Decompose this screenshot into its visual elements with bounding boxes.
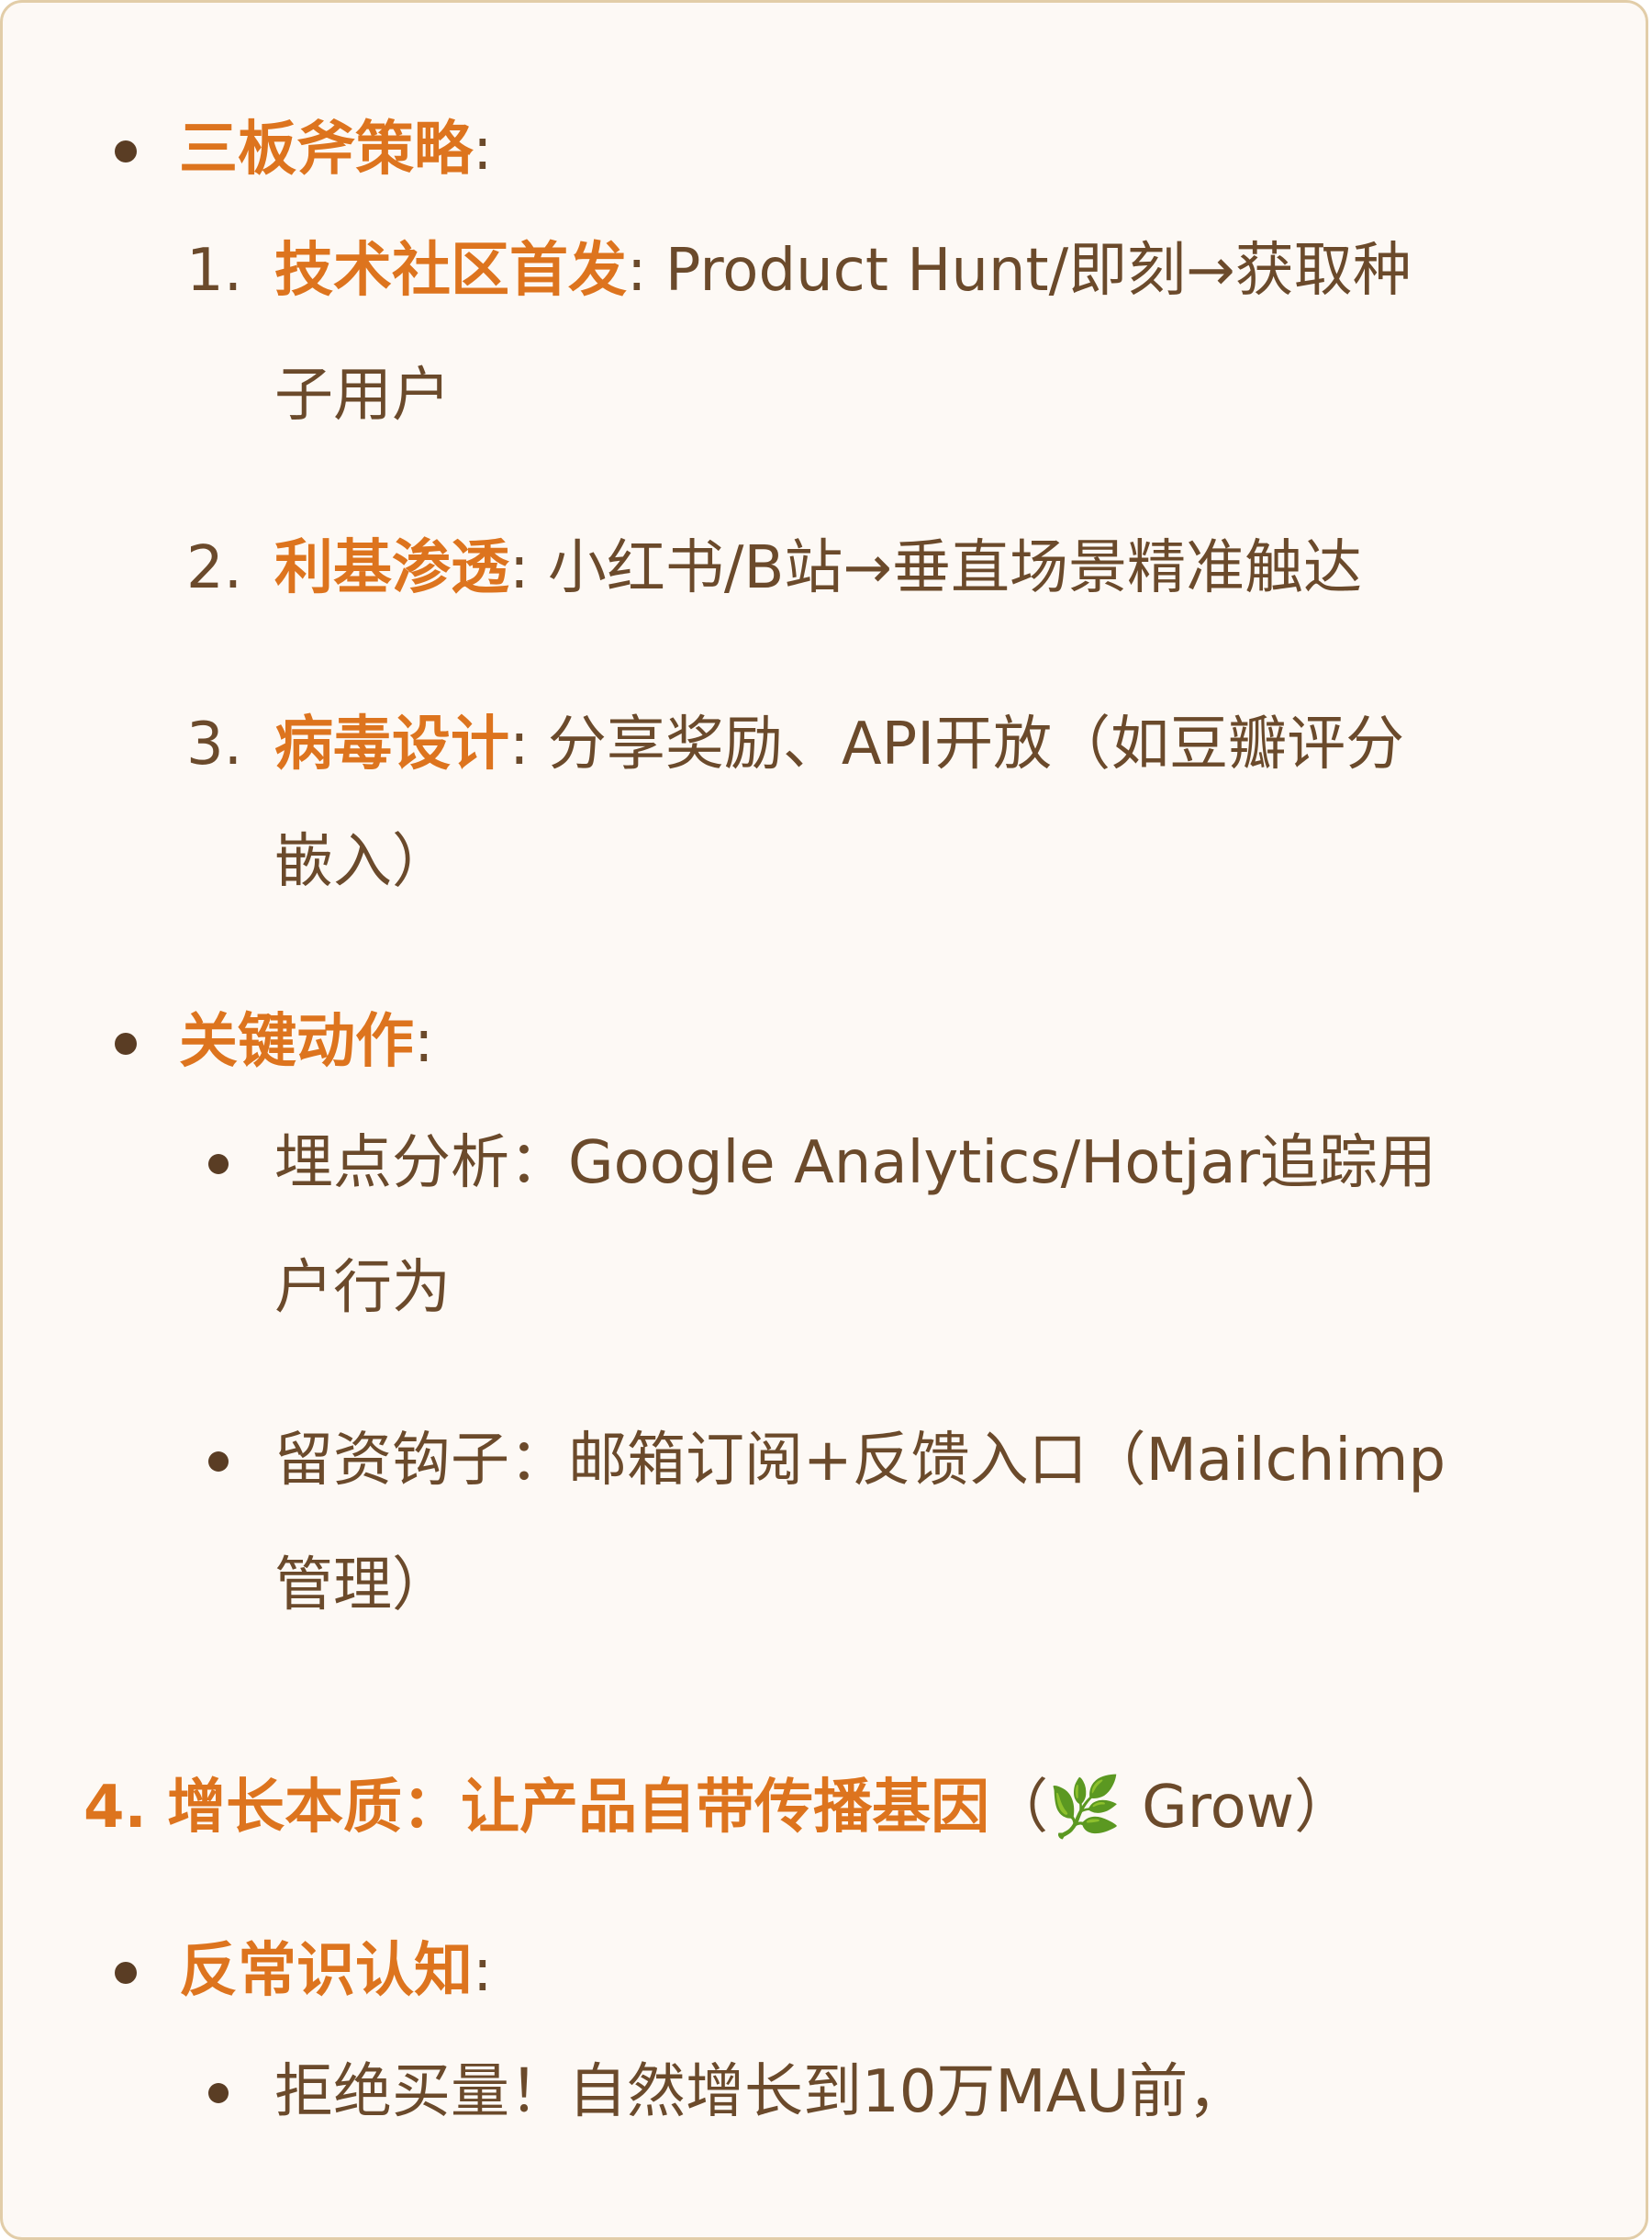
list-number: 3. — [186, 711, 243, 778]
item-text: 小红书/B站→垂直场景精准触达 — [547, 534, 1362, 602]
section-heading: 反常识认知: — [179, 1934, 493, 2008]
sub-bullet-dot — [208, 1154, 229, 1174]
section-heading: 关键动作: — [179, 1005, 434, 1079]
section-heading-4: 4. 增长本质：让产品自带传播基因（🌿 Grow） — [84, 1771, 1353, 1844]
item-separator: : — [509, 711, 530, 778]
list-item-continuation: 户行为 — [274, 1254, 451, 1322]
heading-text: 三板斧策略 — [179, 116, 473, 184]
heading-colon: : — [414, 1008, 434, 1076]
heading-colon: : — [473, 116, 493, 184]
content-card: 三板斧策略: 1. 技术社区首发: Product Hunt/即刻→获取种 子用… — [0, 0, 1648, 2240]
item-title: 病毒设计 — [274, 711, 509, 778]
item-separator: : — [509, 534, 530, 602]
paren-close: ） — [1294, 1774, 1354, 1842]
bullet-dot — [115, 140, 137, 162]
item-title: 利基渗透 — [274, 534, 509, 602]
heading-number: 4. — [84, 1774, 147, 1842]
item-separator: : — [627, 237, 647, 305]
item-text: Product Hunt/即刻→获取种 — [664, 237, 1412, 305]
list-item: 利基渗透: 小红书/B站→垂直场景精准触达 — [274, 532, 1362, 605]
list-item: 埋点分析：Google Analytics/Hotjar追踪用 — [274, 1129, 1436, 1197]
bullet-dot — [115, 1033, 137, 1055]
heading-tag: Grow — [1142, 1774, 1295, 1842]
leaf-icon: 🌿 — [1048, 1774, 1122, 1842]
list-item-continuation: 管理） — [274, 1551, 451, 1619]
sub-bullet-dot — [208, 1451, 229, 1472]
list-item-continuation: 子用户 — [274, 362, 451, 430]
bullet-dot — [115, 1962, 137, 1984]
list-item-continuation: 嵌入） — [274, 828, 451, 896]
item-text: 分享奖励、API开放（如豆瓣评分 — [547, 711, 1405, 778]
list-item: 技术社区首发: Product Hunt/即刻→获取种 — [274, 234, 1412, 308]
heading-text: 反常识认知 — [179, 1937, 473, 2005]
item-title: 技术社区首发 — [274, 237, 627, 305]
paren-open: （ — [989, 1774, 1049, 1842]
list-item: 病毒设计: 分享奖励、API开放（如豆瓣评分 — [274, 708, 1404, 781]
list-number: 2. — [186, 534, 243, 602]
heading-text: 关键动作 — [179, 1008, 414, 1076]
list-item: 拒绝买量！自然增长到10万MAU前， — [274, 2058, 1247, 2126]
list-item: 留资钩子：邮箱订阅+反馈入口（Mailchimp — [274, 1427, 1446, 1495]
heading-title: 增长本质：让产品自带传播基因 — [167, 1774, 990, 1842]
section-heading: 三板斧策略: — [179, 113, 493, 186]
heading-colon: : — [473, 1937, 493, 2005]
list-number: 1. — [186, 237, 243, 305]
sub-bullet-dot — [208, 2083, 229, 2103]
